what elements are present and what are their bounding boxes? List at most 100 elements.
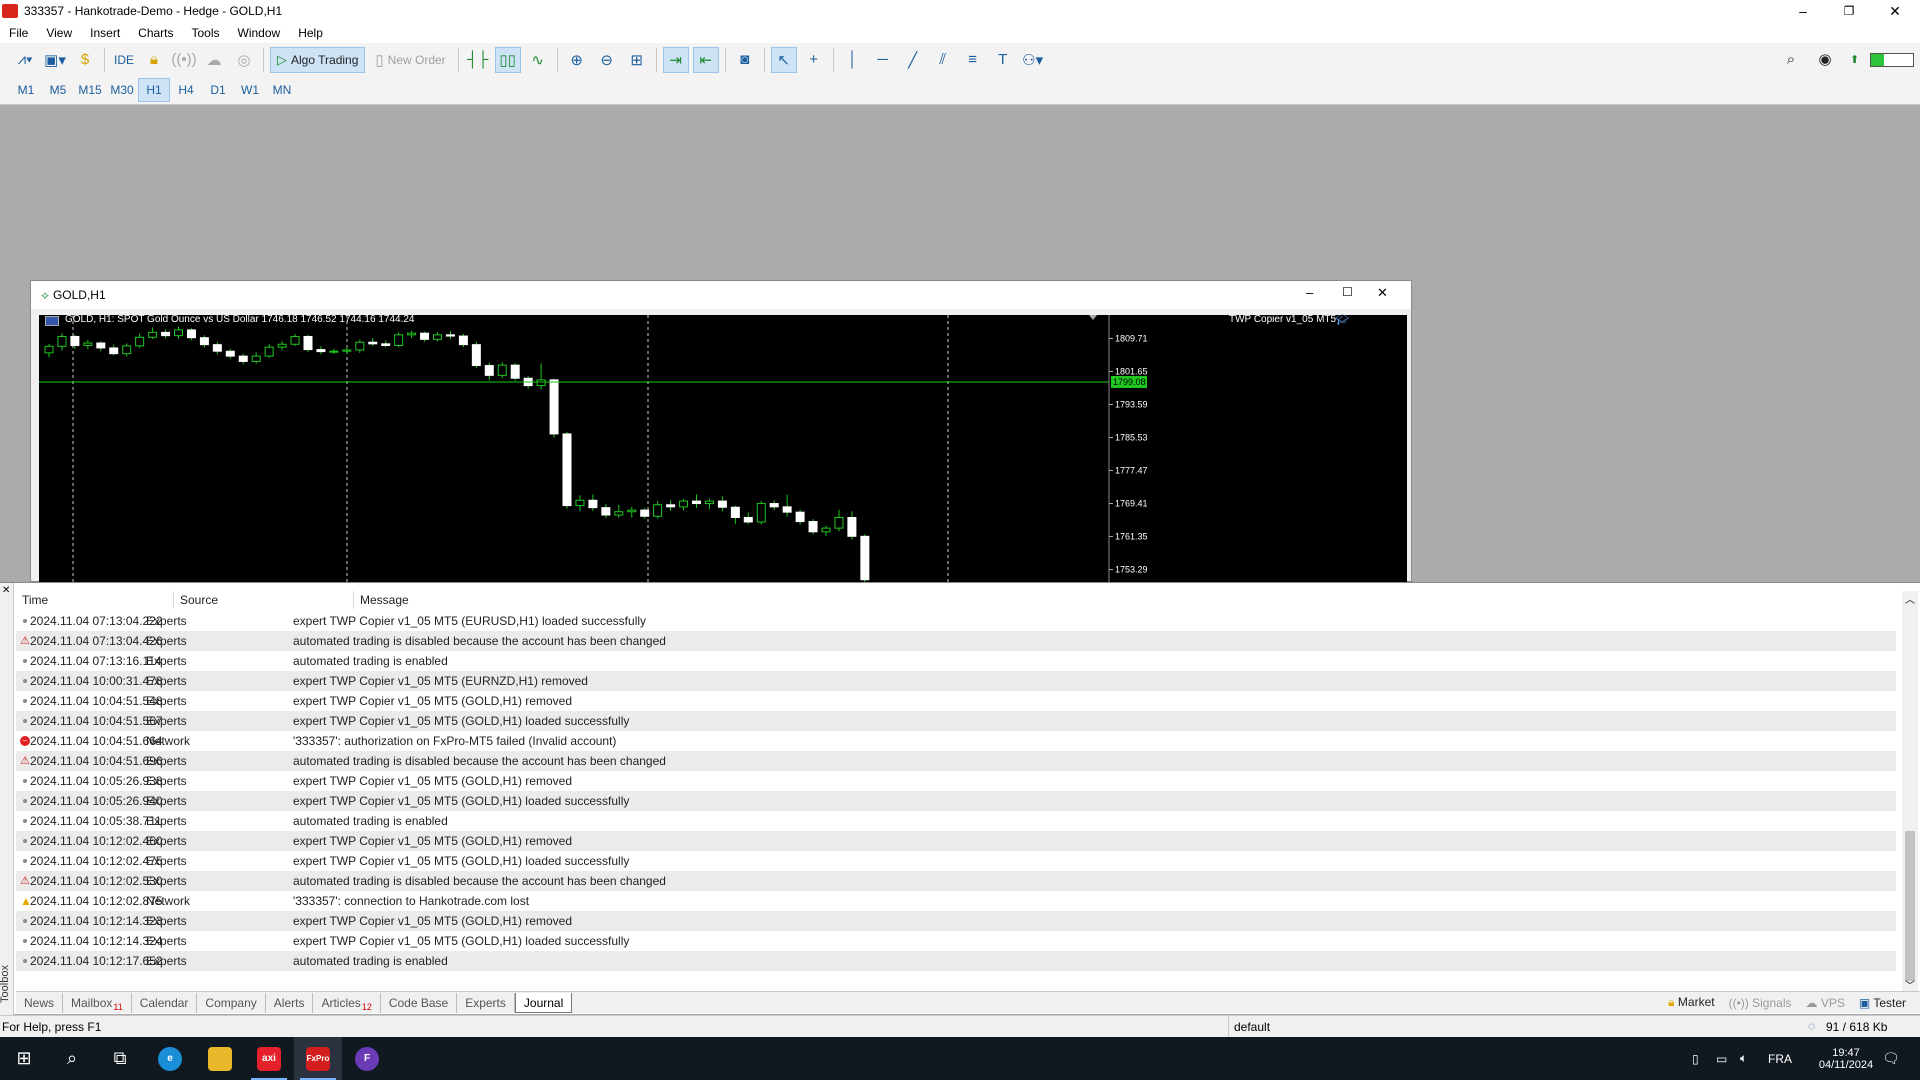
journal-row[interactable]: ⚠ 2024.11.04 07:13:04.426 Experts automated…: [16, 631, 1896, 651]
signals-tab[interactable]: ((•)) Signals: [1729, 996, 1792, 1010]
algo-trading-button[interactable]: ▷ Algo Trading: [270, 46, 366, 73]
scroll-down-icon[interactable]: ﹀: [1905, 977, 1915, 992]
search-taskbar-icon[interactable]: ⌕: [48, 1037, 96, 1080]
journal-row[interactable]: ⚠ 2024.11.04 10:04:51.696 Experts automated…: [16, 751, 1896, 771]
menu-view[interactable]: View: [37, 26, 81, 40]
account-icon[interactable]: ◉: [1812, 46, 1838, 72]
purple-app-icon[interactable]: F: [343, 1037, 391, 1080]
tab-news[interactable]: News: [16, 992, 64, 1013]
tray-network-icon[interactable]: ▭: [1716, 1037, 1727, 1080]
text-icon[interactable]: T: [990, 47, 1016, 73]
journal-row[interactable]: 2024.11.04 10:05:38.711 Experts automated …: [16, 811, 1896, 831]
journal-row[interactable]: 2024.11.04 10:05:26.940 Experts expert TWP…: [16, 791, 1896, 811]
timeframe-h4[interactable]: H4: [170, 78, 202, 102]
screenshot-icon[interactable]: ◙: [732, 47, 758, 73]
chart-close-button[interactable]: ✕: [1377, 285, 1388, 301]
journal-row[interactable]: 2024.11.04 10:12:17.652 Experts automated …: [16, 951, 1896, 971]
tray-volume-icon[interactable]: 🔈︎: [1740, 1037, 1747, 1080]
journal-row[interactable]: –2024.11.04 10:04:51.664 Network '333357':…: [16, 731, 1896, 751]
tray-clock[interactable]: 19:47 04/11/2024: [1806, 1037, 1886, 1080]
timeframe-m15[interactable]: M15: [74, 78, 106, 102]
cloud-icon[interactable]: ☁: [201, 47, 227, 73]
market-watch-icon[interactable]: $: [72, 47, 98, 73]
scroll-up-icon[interactable]: ︿: [1905, 591, 1915, 606]
search-icon[interactable]: ⌕: [1778, 46, 1804, 72]
notification-icon[interactable]: 🗨︎: [1882, 1037, 1900, 1080]
new-chart-icon[interactable]: ⩘▾: [12, 47, 38, 73]
channel-icon[interactable]: ⫽: [930, 47, 956, 73]
minimize-button[interactable]: –: [1780, 0, 1826, 22]
task-view-icon[interactable]: ⧉: [96, 1037, 144, 1080]
horizontal-line-icon[interactable]: ─: [870, 47, 896, 73]
cursor-icon[interactable]: ↖: [770, 46, 797, 73]
vertical-line-icon[interactable]: │: [840, 47, 866, 73]
new-order-button[interactable]: ▯ New Order: [369, 47, 451, 73]
toolbox-close-icon[interactable]: ✕: [2, 585, 10, 596]
journal-row[interactable]: 2024.11.04 10:05:26.938 Experts expert TWP…: [16, 771, 1896, 791]
journal-row[interactable]: 2024.11.04 10:04:51.548 Experts expert TWP…: [16, 691, 1896, 711]
edge-browser-icon[interactable]: e: [146, 1037, 194, 1080]
candlestick-chart-icon[interactable]: ▯▯: [494, 46, 521, 73]
journal-row[interactable]: 2024.11.04 10:00:31.478 Experts expert TWP…: [16, 671, 1896, 691]
column-source[interactable]: Source: [174, 591, 354, 609]
file-explorer-icon[interactable]: [196, 1037, 244, 1080]
crosshair-icon[interactable]: +: [801, 47, 827, 73]
vps-tab[interactable]: ☁ VPS: [1805, 996, 1844, 1010]
lock-icon[interactable]: 🔒︎: [141, 47, 167, 73]
journal-row[interactable]: 2024.11.04 10:12:14.323 Experts expert TWP…: [16, 911, 1896, 931]
menu-file[interactable]: File: [0, 26, 37, 40]
menu-insert[interactable]: Insert: [81, 26, 129, 40]
fxpro-app-icon[interactable]: FxPro: [294, 1037, 342, 1080]
tray-battery-icon[interactable]: ▯: [1692, 1037, 1699, 1080]
journal-scrollbar[interactable]: ︿ ﹀: [1902, 591, 1918, 992]
menu-charts[interactable]: Charts: [129, 26, 182, 40]
tile-windows-icon[interactable]: ⊞: [624, 47, 650, 73]
close-button[interactable]: ✕: [1872, 0, 1918, 22]
chart-window-titlebar[interactable]: ⟡ GOLD,H1 – ☐ ✕: [31, 281, 1411, 309]
price-chart[interactable]: 1809.71 1801.65 1793.59 1785.53 1777.47 1769.…: [39, 315, 1407, 583]
journal-row[interactable]: 2024.11.04 10:12:02.475 Experts expert TWP…: [16, 851, 1896, 871]
tab-calendar[interactable]: Calendar: [132, 992, 198, 1013]
scrollbar-thumb[interactable]: [1905, 831, 1915, 981]
timeframe-w1[interactable]: W1: [234, 78, 266, 102]
tab-mailbox[interactable]: Mailbox11: [63, 992, 132, 1013]
ide-button[interactable]: IDE: [111, 47, 137, 73]
zoom-in-icon[interactable]: ⊕: [564, 47, 590, 73]
timeframe-m1[interactable]: M1: [10, 78, 42, 102]
auto-scroll-icon[interactable]: ⇥: [662, 46, 689, 73]
trendline-icon[interactable]: ╱: [900, 47, 926, 73]
journal-row[interactable]: 2024.11.04 07:13:16.114 Experts automated …: [16, 651, 1896, 671]
column-message[interactable]: Message: [354, 591, 1896, 609]
tray-language[interactable]: FRA: [1768, 1037, 1792, 1080]
menu-window[interactable]: Window: [229, 26, 290, 40]
network-icon[interactable]: ◎: [231, 47, 257, 73]
journal-row[interactable]: 2024.11.04 10:04:51.567 Experts expert TWP…: [16, 711, 1896, 731]
timeframe-mn[interactable]: MN: [266, 78, 298, 102]
chart-maximize-button[interactable]: ☐: [1342, 285, 1353, 299]
axi-app-icon[interactable]: axi: [245, 1037, 293, 1080]
line-chart-icon[interactable]: ∿: [525, 47, 551, 73]
fibonacci-icon[interactable]: ≡: [960, 47, 986, 73]
chart-minimize-button[interactable]: –: [1306, 285, 1313, 300]
journal-row[interactable]: ▲ 2024.11.04 10:12:02.875 Network '333357':…: [16, 891, 1896, 911]
timeframe-d1[interactable]: D1: [202, 78, 234, 102]
profiles-icon[interactable]: ▣▾: [42, 47, 68, 73]
menu-help[interactable]: Help: [289, 26, 332, 40]
column-time[interactable]: Time: [16, 591, 174, 609]
tab-experts[interactable]: Experts: [457, 992, 515, 1013]
zoom-out-icon[interactable]: ⊖: [594, 47, 620, 73]
tester-tab[interactable]: ▣ Tester: [1859, 996, 1906, 1010]
menu-tools[interactable]: Tools: [183, 26, 229, 40]
windows-start-icon[interactable]: ⊞: [0, 1037, 48, 1080]
timeframe-h1[interactable]: H1: [138, 78, 170, 102]
timeframe-m5[interactable]: M5: [42, 78, 74, 102]
signal-icon[interactable]: ((•)): [171, 47, 197, 73]
journal-row[interactable]: 2024.11.04 10:12:14.324 Experts expert TWP…: [16, 931, 1896, 951]
chart-shift-icon[interactable]: ⇤: [692, 46, 719, 73]
journal-row[interactable]: 2024.11.04 07:13:04.222 Experts expert TWP…: [16, 611, 1896, 631]
bar-chart-icon[interactable]: ┤├: [465, 47, 491, 73]
journal-row[interactable]: 2024.11.04 10:12:02.460 Experts expert TWP…: [16, 831, 1896, 851]
shapes-icon[interactable]: ⚇▾: [1020, 47, 1046, 73]
journal-row[interactable]: ⚠ 2024.11.04 10:12:02.530 Experts automated…: [16, 871, 1896, 891]
restore-button[interactable]: ❐: [1826, 0, 1872, 22]
